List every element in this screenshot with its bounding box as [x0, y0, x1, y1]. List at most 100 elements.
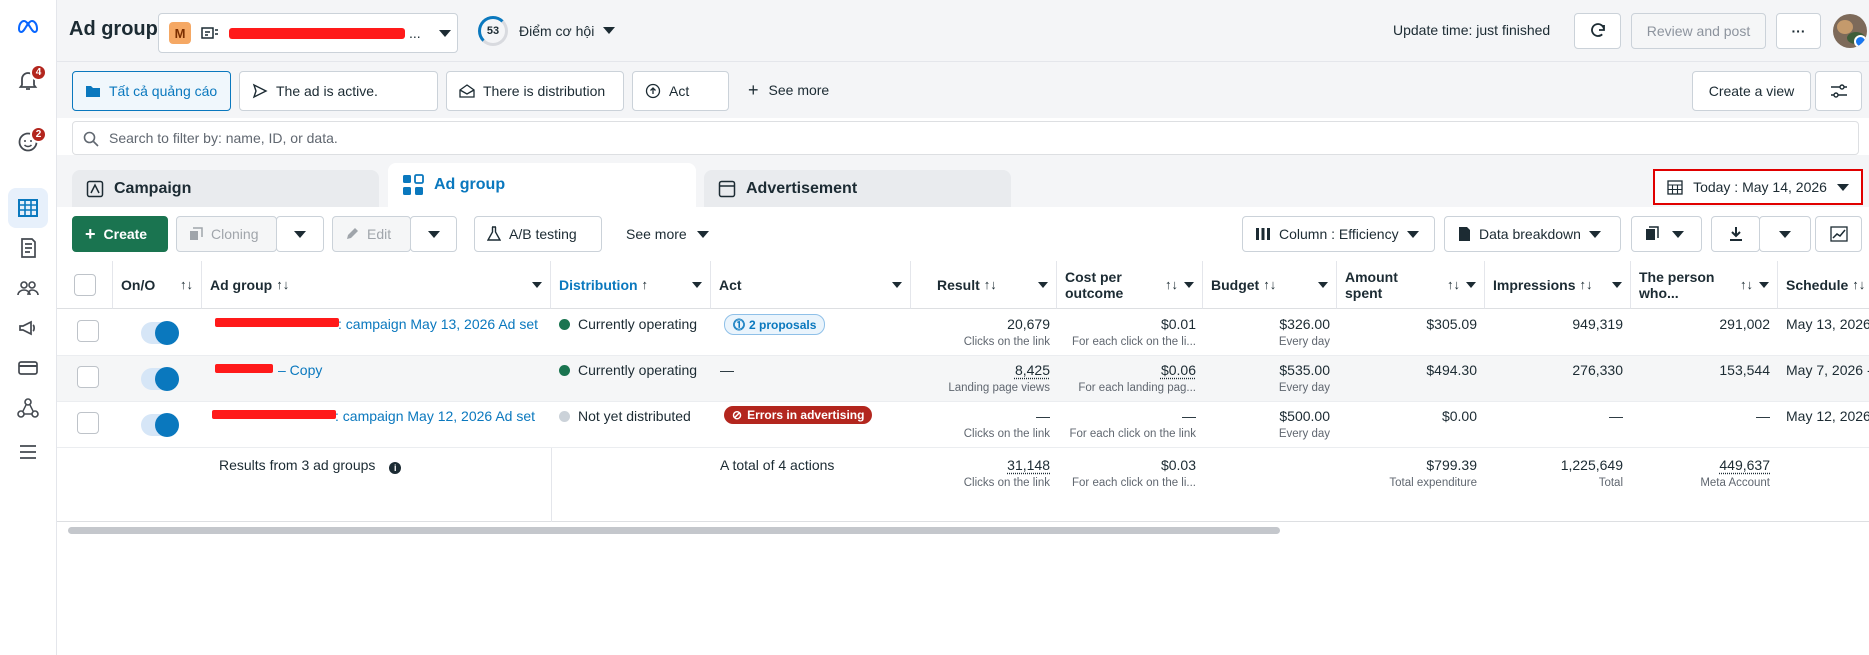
cloning-dropdown[interactable]: [276, 216, 324, 252]
summary-result[interactable]: 31,148: [1007, 457, 1050, 473]
column-header-cost-per-outcome[interactable]: Cost per outcome ↑↓: [1057, 261, 1203, 309]
date-range-picker[interactable]: Today : May 14, 2026: [1653, 169, 1863, 205]
header-label: Act: [719, 277, 742, 293]
ad-group-name-link[interactable]: : campaign May 12, 2026 Ad set: [335, 408, 535, 424]
create-button[interactable]: + Create: [72, 216, 168, 252]
header-label: Amount: [1345, 269, 1398, 285]
result-subtitle: Clicks on the link: [964, 428, 1050, 440]
chevron-down-icon: [1318, 282, 1328, 288]
summary-label-text: Results from 3 ad groups: [219, 457, 375, 473]
toolbar-see-more[interactable]: See more: [626, 226, 709, 242]
row-toggle[interactable]: [141, 368, 179, 390]
filter-chip-label: Tất cả quảng cáo: [109, 83, 217, 99]
header-label: Ad group: [210, 277, 272, 293]
select-all-checkbox[interactable]: [74, 274, 96, 296]
filter-chip-all-ads[interactable]: Tất cả quảng cáo: [72, 71, 231, 111]
info-icon[interactable]: i: [389, 462, 401, 474]
row-checkbox[interactable]: [77, 412, 99, 434]
search-input[interactable]: Search to filter by: name, ID, or data.: [72, 121, 1859, 155]
date-range-label: Today : May 14, 2026: [1693, 179, 1827, 195]
row-checkbox[interactable]: [77, 366, 99, 388]
review-and-post-button[interactable]: Review and post: [1631, 13, 1766, 49]
summary-impressions: 1,225,649: [1561, 457, 1623, 473]
horizontal-scrollbar[interactable]: [68, 527, 1280, 534]
page-title: Ad group: [69, 18, 158, 41]
column-header-onoff[interactable]: On/O ↑↓: [113, 261, 202, 309]
grid-icon: [402, 174, 424, 196]
column-header-act[interactable]: Act: [711, 261, 911, 309]
opportunity-score-label[interactable]: Điểm cơ hội: [519, 23, 594, 39]
result-value[interactable]: 8,425: [1015, 362, 1050, 378]
cloning-button[interactable]: Cloning: [176, 216, 277, 252]
export-dropdown[interactable]: [1759, 216, 1811, 252]
filter-chip-label: There is distribution: [483, 83, 605, 99]
opportunity-score-ring[interactable]: 53: [478, 16, 508, 46]
envelope-icon: [459, 84, 475, 98]
filter-chip-active-ads[interactable]: The ad is active.: [239, 71, 438, 111]
column-header-schedule[interactable]: Schedule ↑↓: [1778, 261, 1869, 309]
ads-manager-table-icon[interactable]: [14, 194, 42, 222]
chevron-down-icon[interactable]: [603, 27, 615, 34]
column-header-reach[interactable]: The person who... ↑↓: [1631, 261, 1778, 309]
chevron-down-icon: [1837, 184, 1849, 191]
view-settings-button[interactable]: [1815, 71, 1862, 111]
arrow-circle-icon: [645, 83, 661, 99]
column-header-budget[interactable]: Budget ↑↓: [1203, 261, 1337, 309]
send-icon: [252, 83, 268, 99]
cost-value[interactable]: $0.06: [1161, 362, 1196, 378]
tab-advertisement[interactable]: Advertisement: [704, 170, 1011, 207]
filter-chip-label: The ad is active.: [276, 83, 378, 99]
ab-testing-button[interactable]: A/B testing: [474, 216, 602, 252]
row-toggle[interactable]: [141, 322, 179, 344]
column-header-result[interactable]: Result ↑↓: [911, 261, 1057, 309]
megaphone-icon[interactable]: [14, 314, 42, 342]
act-cell: ⓵2 proposals: [724, 314, 825, 335]
meta-logo-icon[interactable]: [14, 12, 42, 40]
export-button[interactable]: [1711, 216, 1760, 252]
pages-icon[interactable]: [14, 234, 42, 262]
billing-card-icon[interactable]: [14, 354, 42, 382]
error-badge[interactable]: ⊘ Errors in advertising: [724, 406, 872, 424]
filters-see-more[interactable]: + See more: [748, 82, 829, 98]
account-selector[interactable]: M ...: [158, 13, 458, 53]
breakdown-dropdown[interactable]: Data breakdown: [1444, 216, 1621, 252]
menu-hamburger-icon[interactable]: [14, 438, 42, 466]
column-header-distribution[interactable]: Distribution ↑: [551, 261, 711, 309]
column-header-ad-group[interactable]: Ad group ↑↓: [202, 261, 551, 309]
table-row[interactable]: [57, 402, 1869, 448]
impressions-value: 949,319: [1572, 316, 1623, 332]
business-tools-icon[interactable]: [14, 394, 42, 422]
chevron-down-icon: [1779, 231, 1791, 238]
columns-dropdown[interactable]: Column : Efficiency: [1242, 216, 1435, 252]
proposals-badge[interactable]: ⓵2 proposals: [724, 314, 825, 335]
reports-dropdown[interactable]: [1631, 216, 1702, 252]
create-view-button[interactable]: Create a view: [1692, 71, 1811, 111]
column-header-amount-spent[interactable]: Amount spent ↑↓: [1337, 261, 1485, 309]
filter-chip-act[interactable]: Act: [632, 71, 729, 111]
row-toggle[interactable]: [141, 414, 179, 436]
cost-subtitle: For each click on the li...: [1072, 336, 1196, 348]
folder-icon: [85, 84, 101, 98]
chevron-down-icon: [532, 282, 542, 288]
edit-button[interactable]: Edit: [332, 216, 411, 252]
refresh-button[interactable]: [1574, 13, 1621, 49]
filter-chip-distribution[interactable]: There is distribution: [446, 71, 624, 111]
edit-dropdown[interactable]: [410, 216, 457, 252]
budget-value: $326.00: [1279, 316, 1330, 332]
summary-reach-subtitle: Meta Account: [1700, 477, 1770, 489]
ad-group-name-link[interactable]: – Copy: [278, 362, 322, 378]
spent-value: $305.09: [1426, 316, 1477, 332]
header-label-line2: who...: [1639, 285, 1679, 301]
column-header-impressions[interactable]: Impressions ↑↓: [1485, 261, 1631, 309]
chevron-down-icon: [1038, 282, 1048, 288]
tab-ad-group[interactable]: Ad group: [388, 163, 696, 207]
more-options-button[interactable]: ···: [1776, 13, 1821, 49]
redacted-text: [215, 318, 339, 327]
audiences-icon[interactable]: [14, 274, 42, 302]
ad-group-name-link[interactable]: : campaign May 13, 2026 Ad set: [338, 316, 538, 332]
tab-campaign[interactable]: Campaign: [72, 170, 379, 207]
row-checkbox[interactable]: [77, 320, 99, 342]
summary-reach[interactable]: 449,637: [1719, 457, 1770, 473]
charts-button[interactable]: [1815, 216, 1862, 252]
profile-avatar[interactable]: [1833, 14, 1867, 48]
